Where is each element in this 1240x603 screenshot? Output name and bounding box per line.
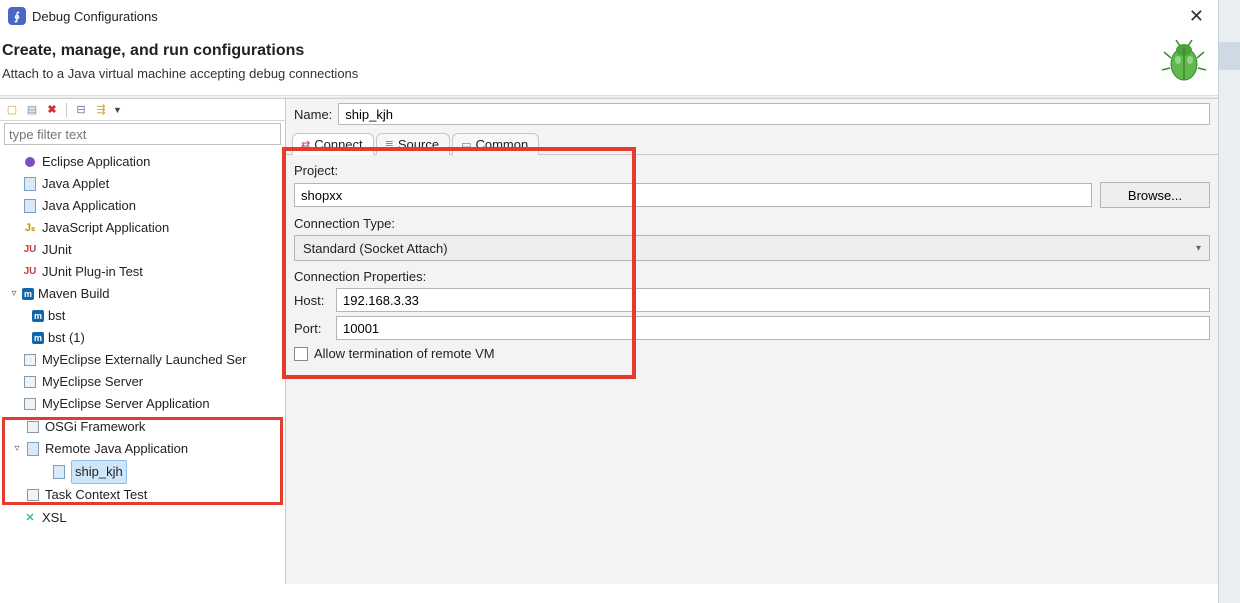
dialog-subtitle: Attach to a Java virtual machine accepti… [2,66,1210,81]
tree-item-bst[interactable]: m bst [2,305,283,327]
window-title: Debug Configurations [32,9,158,24]
tree-label: bst (1) [48,327,85,349]
browse-button[interactable]: Browse... [1100,182,1210,208]
tree-item-ship-kjh[interactable]: ship_kjh [5,460,280,484]
tree-label: JUnit Plug-in Test [42,261,143,283]
source-icon: ≣ [385,138,394,151]
tree-label: MyEclipse Externally Launched Ser [42,349,247,371]
tab-bar: ⇄ Connect ≣ Source ▭ Common [286,129,1218,155]
tab-label: Source [398,137,439,152]
sidebar-toolbar: ▢ ▤ ✖ ⊟ ⇶ ▼ [0,99,285,121]
tree-item-remote-java[interactable]: ▿ Remote Java Application [5,438,280,460]
common-icon: ▭ [461,138,471,151]
connect-form: Project: Browse... Connection Type: Stan… [286,155,1218,584]
tree-item-maven-build[interactable]: ▿m Maven Build [2,283,283,305]
tree-item-java-applet[interactable]: Java Applet [2,173,283,195]
bug-icon [1160,36,1208,84]
tree-label: Remote Java Application [45,438,188,460]
tree-item-junit-plugin[interactable]: JU JUnit Plug-in Test [2,261,283,283]
allow-termination-checkbox[interactable] [294,347,308,361]
config-sidebar: ▢ ▤ ✖ ⊟ ⇶ ▼ Eclipse Application [0,99,286,584]
conn-type-select[interactable]: Standard (Socket Attach) ▾ [294,235,1210,261]
tree-item-xsl[interactable]: ✕ XSL [2,507,283,529]
expand-caret-icon[interactable]: ▿ [11,438,23,460]
background-strip [1218,0,1240,603]
port-input[interactable] [336,316,1210,340]
tree-item-java-application[interactable]: Java Application [2,195,283,217]
conn-type-value: Standard (Socket Attach) [303,241,448,256]
tree-label: Java Application [42,195,136,217]
conn-type-label: Connection Type: [294,216,1210,231]
tree-label: JUnit [42,239,72,261]
tree-label: Maven Build [38,283,110,305]
project-input[interactable] [294,183,1092,207]
tree-label: OSGi Framework [45,416,145,438]
close-icon[interactable]: ✕ [1183,7,1210,25]
duplicate-config-icon[interactable]: ▤ [24,102,40,118]
port-label: Port: [294,321,330,336]
tab-label: Common [475,137,528,152]
host-input[interactable] [336,288,1210,312]
tree-item-bst-1[interactable]: m bst (1) [2,327,283,349]
tree-item-javascript-application[interactable]: Jₛ JavaScript Application [2,217,283,239]
new-config-icon[interactable]: ▢ [4,102,20,118]
toolbar-separator [66,103,67,117]
name-row: Name: [286,99,1218,129]
tab-common[interactable]: ▭ Common [452,133,539,155]
tree-label: XSL [42,507,67,529]
tree-label: Task Context Test [45,484,147,506]
tree-item-myeclipse-server-app[interactable]: MyEclipse Server Application [2,393,283,415]
tree-label: ship_kjh [71,460,127,484]
expand-caret-icon[interactable]: ▿ [8,283,20,305]
tree-item-myeclipse-server[interactable]: MyEclipse Server [2,371,283,393]
name-label: Name: [294,107,332,122]
tree-label: MyEclipse Server Application [42,393,210,415]
name-input[interactable] [338,103,1210,125]
tree-label: Java Applet [42,173,109,195]
tab-source[interactable]: ≣ Source [376,133,450,155]
tree-item-myeclipse-ext[interactable]: MyEclipse Externally Launched Ser [2,349,283,371]
dialog-title: Create, manage, and run configurations [2,42,1210,60]
debug-config-dialog: ∮ Debug Configurations ✕ Create, manage,… [0,0,1218,603]
delete-config-icon[interactable]: ✖ [44,102,60,118]
tree-label: Eclipse Application [42,151,150,173]
collapse-all-icon[interactable]: ⊟ [73,102,89,118]
tab-label: Connect [314,137,362,152]
tree-label: MyEclipse Server [42,371,143,393]
tree-label: bst [48,305,65,327]
chevron-down-icon: ▾ [1196,243,1201,254]
tree-item-osgi[interactable]: OSGi Framework [5,416,280,438]
config-tree: Eclipse Application Java Applet Java App… [0,147,285,584]
tree-item-task-context[interactable]: Task Context Test [5,484,280,506]
allow-termination-label: Allow termination of remote VM [314,346,495,361]
host-label: Host: [294,293,330,308]
titlebar: ∮ Debug Configurations ✕ [0,0,1218,32]
tree-item-eclipse-application[interactable]: Eclipse Application [2,151,283,173]
tab-connect[interactable]: ⇄ Connect [292,133,374,155]
app-icon: ∮ [8,7,26,25]
dialog-header: Create, manage, and run configurations A… [0,32,1218,95]
project-label: Project: [294,163,1210,178]
main-panel: Name: ⇄ Connect ≣ Source ▭ Common [286,99,1218,584]
toolbar-menu-caret-icon[interactable]: ▼ [113,105,122,115]
connect-icon: ⇄ [301,138,310,151]
filter-input[interactable] [4,123,281,145]
tree-label: JavaScript Application [42,217,169,239]
conn-props-label: Connection Properties: [294,269,1210,284]
highlight-box-remote-java: OSGi Framework ▿ Remote Java Application… [2,417,283,505]
tree-item-junit[interactable]: JU JUnit [2,239,283,261]
filter-icon[interactable]: ⇶ [93,102,109,118]
